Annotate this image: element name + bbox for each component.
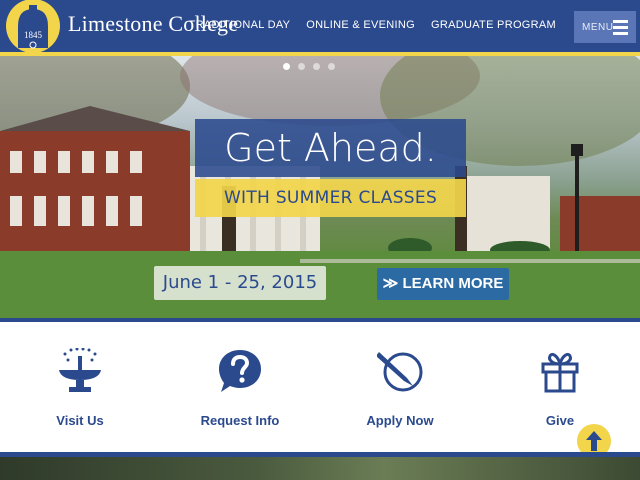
menu-label: MENU <box>582 21 614 33</box>
main-nav: TRADITIONAL DAY ONLINE & EVENING GRADUAT… <box>189 19 556 31</box>
slide-dot-2[interactable] <box>298 63 305 70</box>
visit-us-label: Visit Us <box>56 413 104 428</box>
slide-indicators <box>283 63 335 70</box>
hero-banner: Get Ahead. WITH SUMMER CLASSES June 1 - … <box>0 56 640 318</box>
pen-icon <box>376 349 423 392</box>
quick-link-give[interactable]: Give <box>490 348 630 428</box>
hamburger-icon <box>613 19 629 35</box>
seal-year: 1845 <box>24 30 43 40</box>
learn-more-button[interactable]: ≫ LEARN MORE <box>377 268 509 300</box>
nav-graduate-program[interactable]: GRADUATE PROGRAM <box>431 19 556 31</box>
slide-dot-4[interactable] <box>328 63 335 70</box>
question-bubble-icon <box>219 350 261 392</box>
quick-link-apply-now[interactable]: Apply Now <box>330 348 470 428</box>
quick-links: Visit Us Request Info Apply Now Give <box>0 322 640 452</box>
quick-link-visit-us[interactable]: Visit Us <box>10 347 150 428</box>
nav-online-evening[interactable]: ONLINE & EVENING <box>306 19 415 31</box>
gift-icon <box>541 352 579 393</box>
site-header: 1845 Limestone College TRADITIONAL DAY O… <box>0 0 640 53</box>
slide-dot-1[interactable] <box>283 63 290 70</box>
request-info-label: Request Info <box>200 413 280 428</box>
nav-traditional-day[interactable]: TRADITIONAL DAY <box>189 19 291 31</box>
menu-button[interactable]: MENU <box>574 11 636 43</box>
footer-photo-strip <box>0 457 640 480</box>
fountain-icon <box>59 347 101 392</box>
apply-now-label: Apply Now <box>366 413 434 428</box>
quick-link-request-info[interactable]: Request Info <box>170 348 310 428</box>
slide-dot-3[interactable] <box>313 63 320 70</box>
hero-subheadline: WITH SUMMER CLASSES <box>195 179 466 217</box>
college-seal-logo[interactable]: 1845 <box>4 0 62 56</box>
hero-headline: Get Ahead. <box>195 119 466 177</box>
hero-dates: June 1 - 25, 2015 <box>154 266 326 300</box>
